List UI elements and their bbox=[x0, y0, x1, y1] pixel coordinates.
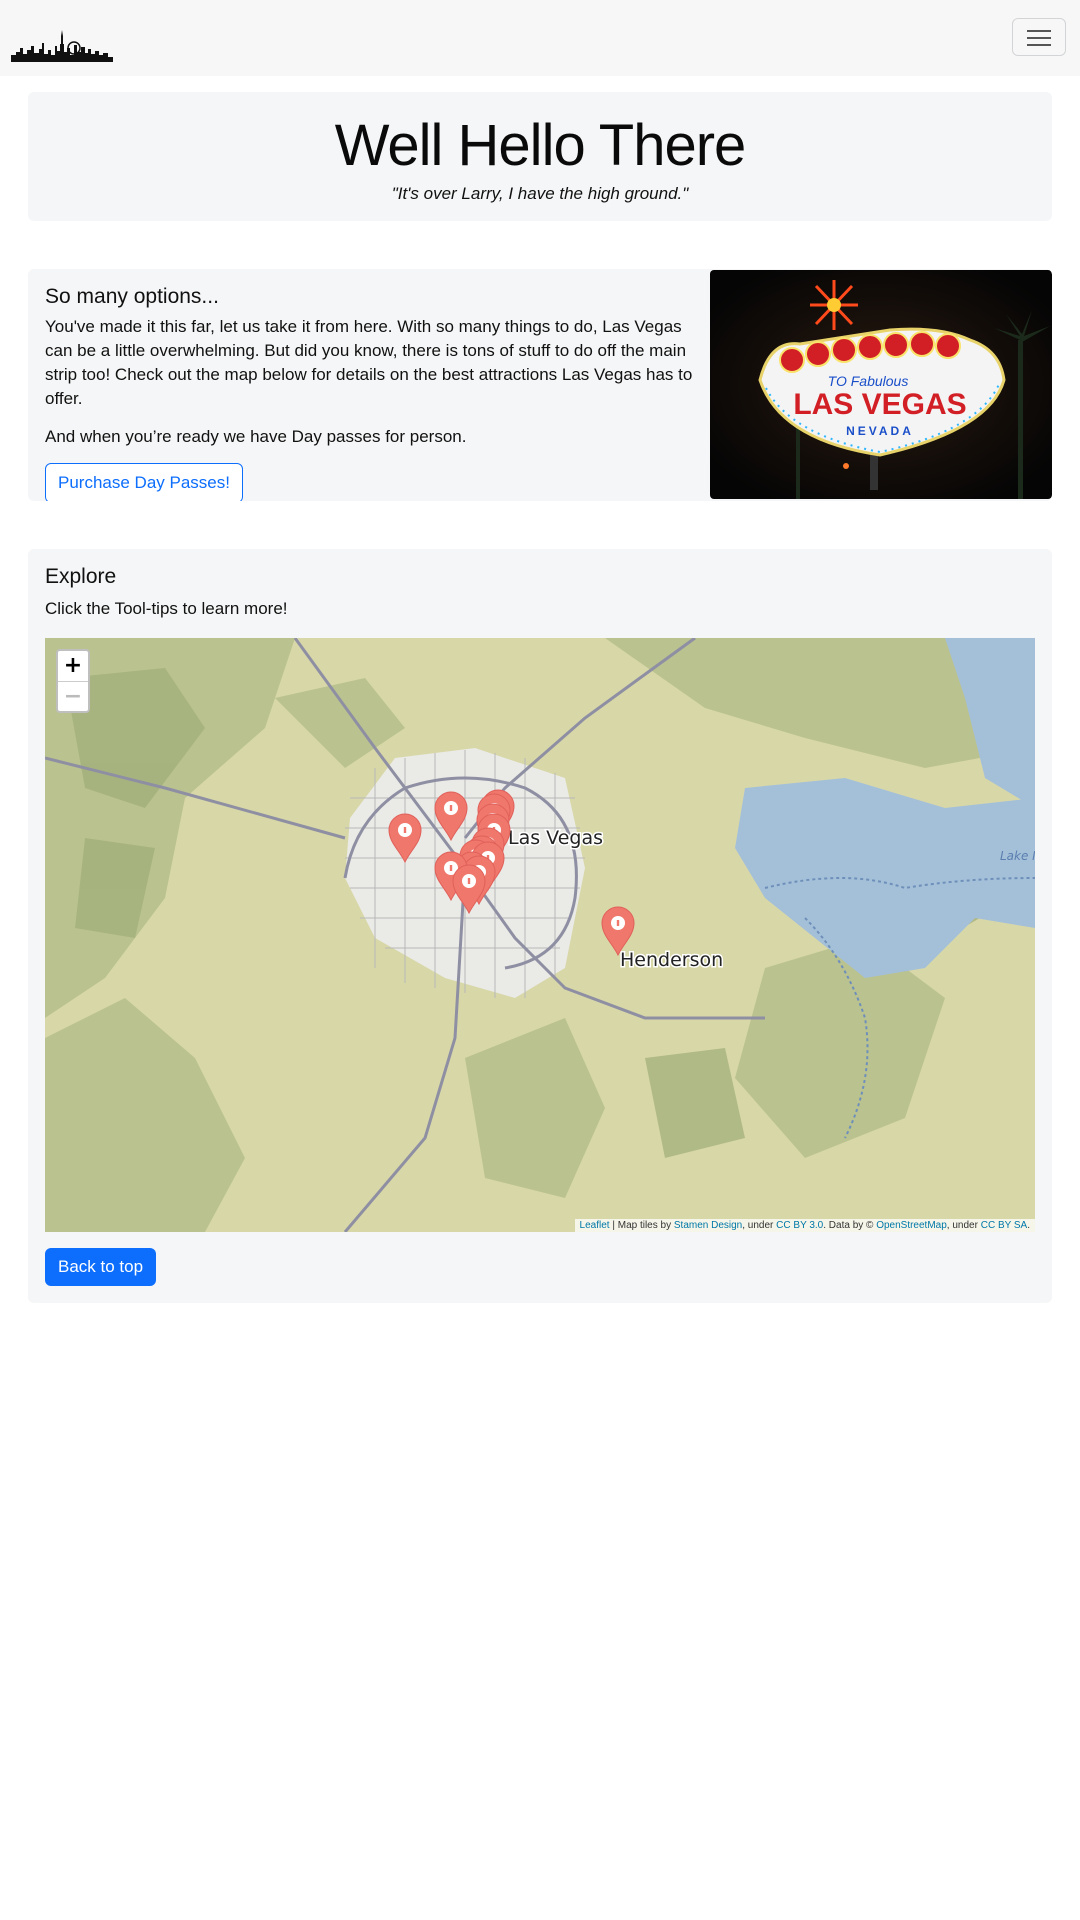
svg-text:LAS VEGAS: LAS VEGAS bbox=[793, 388, 966, 421]
explore-card: Explore Click the Tool-tips to learn mor… bbox=[28, 549, 1052, 1303]
navbar bbox=[0, 0, 1080, 76]
map-label-las-vegas: Las Vegas bbox=[508, 827, 603, 849]
options-heading: So many options... bbox=[45, 285, 219, 308]
leaflet-link[interactable]: Leaflet bbox=[580, 1220, 610, 1231]
svg-text:TO Fabulous: TO Fabulous bbox=[828, 373, 909, 389]
hero-title: Well Hello There bbox=[334, 113, 747, 178]
svg-text:NEVADA: NEVADA bbox=[846, 424, 914, 438]
purchase-day-passes-button[interactable]: Purchase Day Passes! bbox=[45, 463, 243, 501]
zoom-in-button[interactable]: + bbox=[58, 651, 88, 682]
stamen-link[interactable]: Stamen Design bbox=[674, 1220, 742, 1231]
hero-banner: Well Hello There "It's over Larry, I hav… bbox=[28, 92, 1052, 221]
cc-by-sa-link[interactable]: CC BY SA bbox=[981, 1220, 1028, 1231]
map-zoom-control: + − bbox=[56, 649, 90, 713]
zoom-out-button[interactable]: − bbox=[58, 682, 88, 712]
cc-by-link[interactable]: CC BY 3.0 bbox=[776, 1220, 823, 1231]
welcome-to-fabulous-las-vegas-sign: TO Fabulous LAS VEGAS NEVADA bbox=[710, 270, 1052, 499]
attractions-map[interactable]: Las Vegas Henderson Lake M + − Leaflet |… bbox=[45, 638, 1035, 1232]
hero-quote: "It's over Larry, I have the high ground… bbox=[391, 184, 689, 203]
map-attribution: Leaflet | Map tiles by Stamen Design, un… bbox=[574, 1219, 1035, 1232]
osm-link[interactable]: OpenStreetMap bbox=[876, 1220, 947, 1231]
hamburger-menu-icon bbox=[1027, 30, 1051, 32]
options-paragraph: You've made it this far, let us take it … bbox=[45, 317, 693, 408]
explore-subtext: Click the Tool-tips to learn more! bbox=[45, 599, 288, 618]
back-to-top-button[interactable]: Back to top bbox=[45, 1248, 157, 1286]
day-pass-paragraph: And when you’re ready we have Day passes… bbox=[45, 427, 467, 446]
explore-heading: Explore bbox=[45, 565, 117, 588]
map-tiles[interactable]: Las Vegas Henderson Lake M bbox=[45, 638, 1035, 1232]
menu-toggle-button[interactable] bbox=[1012, 18, 1066, 56]
map-label-lake-mead: Lake M bbox=[1000, 849, 1035, 863]
las-vegas-skyline-logo[interactable] bbox=[11, 24, 113, 62]
options-card: So many options... You've made it this f… bbox=[28, 269, 1052, 501]
map-label-henderson: Henderson bbox=[620, 949, 723, 971]
